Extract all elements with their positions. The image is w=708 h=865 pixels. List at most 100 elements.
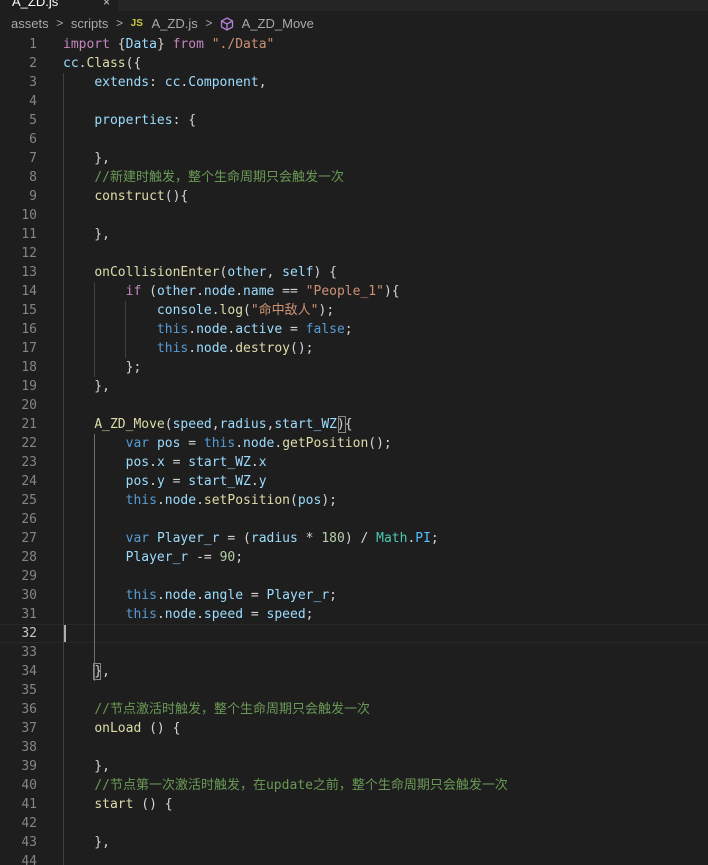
code-line[interactable]: 40 //节点第一次激活时触发，在update之前，整个生命周期只会触发一次 [0,776,708,795]
code-token: Player_r [125,550,189,565]
code-line[interactable]: 30 this.node.angle = Player_r; [0,586,708,605]
code-token: node [196,322,228,337]
close-icon[interactable]: × [103,0,110,11]
code-text: }; [63,358,142,377]
code-token: destroy [235,341,290,356]
code-token: pos [125,455,150,470]
code-token: ; [329,588,337,603]
code-line[interactable]: 27 var Player_r = (radius * 180) / Math.… [0,529,708,548]
code-line[interactable]: 11 }, [0,225,708,244]
line-number: 18 [21,360,37,375]
line-number: 6 [29,132,37,147]
code-line[interactable]: 4 [0,92,708,111]
code-line[interactable]: 14 if (other.node.name == "People_1"){ [0,282,708,301]
code-editor[interactable]: 1 import {Data} from "./Data" 2 cc.Class({3… [0,35,708,865]
code-token: onLoad [94,721,142,736]
breadcrumb-item-symbol[interactable]: A_ZD_Move [242,11,314,36]
code-token: . [149,455,157,470]
code-token: ) / [344,531,377,546]
code-line[interactable]: 39 }, [0,757,708,776]
code-line[interactable]: 9 construct(){ [0,187,708,206]
code-text: }, [63,757,110,776]
indent-guide [125,301,126,358]
code-token: onCollisionEnter [94,265,220,280]
code-token: 90 [219,550,236,565]
code-line[interactable]: 2 cc.Class({ [0,54,708,73]
code-token: radius [250,531,298,546]
line-number: 36 [21,702,37,717]
code-line[interactable]: 35 [0,681,708,700]
code-line[interactable]: 43 }, [0,833,708,852]
code-line[interactable]: 37 onLoad () { [0,719,708,738]
line-number: 2 [29,56,37,71]
tab-a-zd-js[interactable]: A_ZD.js × [0,0,118,11]
code-line[interactable]: 25 this.node.setPosition(pos); [0,491,708,510]
code-token: ( [243,303,251,318]
code-line[interactable]: 20 [0,396,708,415]
chevron-right-icon: > [56,16,64,30]
breadcrumb-item-file[interactable]: A_ZD.js [152,11,198,36]
breadcrumb-item-assets[interactable]: assets [11,11,49,36]
code-token: . [196,493,204,508]
code-line[interactable]: 33 [0,643,708,662]
line-number: 25 [21,493,37,508]
indent-guide [63,73,64,865]
code-line[interactable]: 18 }; [0,358,708,377]
code-line[interactable]: 7 }, [0,149,708,168]
code-line[interactable]: 38 [0,738,708,757]
code-token: console [156,303,212,318]
code-line[interactable]: 36 //节点激活时触发，整个生命周期只会触发一次 [0,700,708,719]
code-token: (){ [164,189,189,204]
code-line[interactable]: 6 [0,130,708,149]
code-line[interactable]: 13 onCollisionEnter(other, self) { [0,263,708,282]
tab-label: A_ZD.js [12,0,59,9]
code-line[interactable]: 8 //新建时触发，整个生命周期只会触发一次 [0,168,708,187]
line-number: 42 [21,816,37,831]
code-token: from [172,37,212,52]
code-line[interactable]: 19 }, [0,377,708,396]
line-number: 35 [21,683,37,698]
chevron-right-icon: > [205,16,213,30]
code-line[interactable]: 12 [0,244,708,263]
code-line[interactable]: 44 [0,852,708,865]
code-line[interactable]: 41 start () { [0,795,708,814]
code-line[interactable]: 24 pos.y = start_WZ.y [0,472,708,491]
code-text: //节点激活时触发，整个生命周期只会触发一次 [63,700,370,719]
code-token: this [125,607,157,622]
code-line[interactable]: 15 console.log("命中敌人"); [0,301,708,320]
code-token: Math [376,531,408,546]
code-line[interactable]: 10 [0,206,708,225]
code-token: node [164,493,197,508]
code-line[interactable]: 23 pos.x = start_WZ.x [0,453,708,472]
code-token: ; [235,550,244,565]
code-line[interactable]: 16 this.node.active = false; [0,320,708,339]
code-text: }, [63,149,110,168]
code-text: console.log("命中敌人"); [63,301,334,320]
code-line[interactable]: 22 var pos = this.node.getPosition(); [0,434,708,453]
line-number: 37 [21,721,37,736]
code-token: setPosition [203,493,290,508]
code-line[interactable]: 34 }, [0,662,708,681]
code-line[interactable]: 5 properties: { [0,111,708,130]
breadcrumb-item-scripts[interactable]: scripts [71,11,109,36]
code-token: ; [430,531,439,546]
code-token: . [250,455,259,470]
code-line[interactable]: 28 Player_r -= 90; [0,548,708,567]
code-token: . [156,607,165,622]
code-token: (); [290,341,314,356]
code-line[interactable]: 1 import {Data} from "./Data" [0,35,708,54]
code-line[interactable]: 32 [0,624,708,643]
code-token: cc [164,75,181,90]
code-line[interactable]: 21 A_ZD_Move(speed,radius,start_WZ){ [0,415,708,434]
code-line[interactable]: 26 [0,510,708,529]
code-line[interactable]: 3 extends: cc.Component, [0,73,708,92]
code-line[interactable]: 42 [0,814,708,833]
bracket-match-highlight [93,663,101,680]
code-line[interactable]: 31 this.node.speed = speed; [0,605,708,624]
code-token: log [219,303,244,318]
code-token: . [235,284,244,299]
code-line[interactable]: 29 [0,567,708,586]
code-token: ); [318,303,335,318]
code-line[interactable]: 17 this.node.destroy(); [0,339,708,358]
